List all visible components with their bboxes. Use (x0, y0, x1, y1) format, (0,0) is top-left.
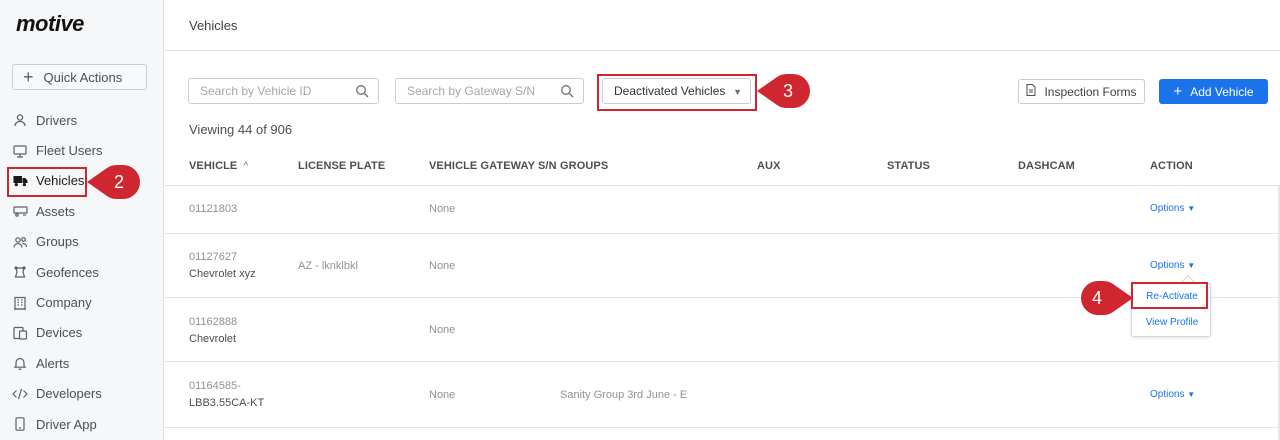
license-plate: AZ - lknklbkl (298, 260, 358, 272)
results-count: Viewing 44 of 906 (189, 122, 293, 137)
vehicle-id[interactable]: 01121803 (189, 203, 237, 215)
sidebar-item-label: Assets (36, 203, 76, 219)
table-row[interactable]: 01164585- LBB3.55CA-KT None Sanity Group… (165, 362, 1279, 428)
column-header-aux: AUX (757, 160, 781, 172)
search-icon[interactable] (560, 84, 574, 101)
sidebar-item-label: Fleet Users (36, 143, 103, 159)
building-icon (12, 295, 28, 311)
search-icon[interactable] (355, 84, 369, 101)
plus-icon: + (23, 67, 34, 87)
quick-actions-button[interactable]: + Quick Actions (12, 64, 147, 90)
sidebar-item-label: Devices (36, 325, 83, 341)
sort-up-icon: ^ (243, 161, 249, 172)
add-vehicle-button[interactable]: + Add Vehicle (1159, 79, 1268, 104)
gateway-sn: None (429, 389, 456, 401)
highlight-vehicles (7, 167, 87, 197)
sidebar-item-developers[interactable]: Developers (0, 379, 163, 409)
options-dropdown[interactable]: Options ▼ (1150, 260, 1195, 271)
sidebar-item-assets[interactable]: Assets (0, 196, 163, 226)
vehicle-make: Chevrolet xyz (189, 268, 256, 280)
sidebar-nav: Drivers Fleet Users Vehicles Assets Grou… (0, 105, 163, 439)
bell-icon (12, 355, 28, 371)
caret-down-icon: ▼ (1187, 261, 1196, 270)
step-3-callout: 3 (757, 74, 811, 108)
highlight-filter (597, 74, 757, 111)
options-dropdown[interactable]: Options ▼ (1150, 389, 1195, 400)
sidebar-item-label: Driver App (36, 416, 97, 432)
highlight-reactivate (1131, 282, 1208, 309)
vehicle-id[interactable]: 01127627 (189, 251, 237, 263)
sidebar-item-devices[interactable]: Devices (0, 318, 163, 348)
caret-down-icon: ▼ (1187, 204, 1196, 213)
menu-item-view-profile[interactable]: View Profile (1132, 317, 1212, 328)
inspection-forms-label: Inspection Forms (1044, 84, 1137, 99)
sidebar-item-label: Geofences (36, 264, 99, 280)
sidebar-item-groups[interactable]: Groups (0, 227, 163, 257)
sidebar-item-label: Company (36, 295, 92, 311)
add-vehicle-label: Add Vehicle (1190, 84, 1254, 99)
sidebar-item-company[interactable]: Company (0, 287, 163, 317)
sidebar-item-geofences[interactable]: Geofences (0, 257, 163, 287)
sidebar-item-label: Drivers (36, 112, 78, 128)
column-header-dashcam: DASHCAM (1018, 160, 1075, 172)
sidebar-item-label: Developers (36, 386, 102, 402)
gateway-sn: None (429, 260, 456, 272)
step-2-number: 2 (114, 172, 125, 192)
search-gateway-input[interactable]: Search by Gateway S/N (395, 78, 584, 104)
step-2-callout: 2 (87, 165, 141, 199)
vehicle-group: Sanity Group 3rd June - E (560, 389, 688, 401)
search-vehicle-id-input[interactable]: Search by Vehicle ID (188, 78, 379, 104)
gateway-sn: None (429, 203, 456, 215)
vehicle-make: LBB3.55CA-KT (189, 397, 265, 409)
group-icon (12, 234, 28, 250)
gateway-sn: None (429, 324, 456, 336)
column-header-status: STATUS (887, 160, 930, 172)
vehicle-id[interactable]: 01164585- (189, 380, 241, 392)
column-header-gateway: VEHICLE GATEWAY S/N (429, 160, 557, 172)
sidebar-item-label: Alerts (36, 355, 70, 371)
search-vehicle-id-placeholder: Search by Vehicle ID (200, 84, 312, 98)
geofence-icon (12, 264, 28, 280)
vehicle-make: Chevrolet (189, 333, 237, 345)
search-gateway-placeholder: Search by Gateway S/N (407, 84, 536, 98)
column-header-groups: GROUPS (560, 160, 609, 172)
caret-down-icon: ▼ (1187, 390, 1196, 399)
sidebar-item-alerts[interactable]: Alerts (0, 348, 163, 378)
plus-icon: + (1173, 83, 1183, 100)
table-row[interactable]: 01121803 None Options ▼ (165, 186, 1279, 234)
phone-icon (12, 416, 28, 432)
sidebar-item-drivers[interactable]: Drivers (0, 105, 163, 135)
column-header-vehicle[interactable]: VEHICLE ^ (189, 160, 248, 172)
devices-icon (12, 325, 28, 341)
code-icon (12, 386, 28, 402)
monitor-icon (12, 143, 28, 159)
top-bar: Vehicles (165, 0, 1280, 51)
column-header-license-plate: LICENSE PLATE (298, 160, 386, 172)
quick-actions-label: Quick Actions (43, 69, 123, 85)
motive-logo[interactable]: motive (16, 11, 84, 37)
document-icon (1026, 84, 1036, 99)
step-4-callout: 4 (1081, 281, 1133, 315)
person-icon (12, 112, 28, 128)
vehicle-id[interactable]: 01162888 (189, 316, 237, 328)
options-dropdown[interactable]: Options ▼ (1150, 203, 1195, 214)
sidebar-item-label: Groups (36, 234, 79, 250)
sidebar-item-fleet-users[interactable]: Fleet Users (0, 135, 163, 165)
sidebar: motive + Quick Actions Drivers Fleet Use… (0, 0, 164, 440)
column-header-action: ACTION (1150, 160, 1193, 172)
page-title: Vehicles (189, 18, 238, 33)
table-header: VEHICLE ^ LICENSE PLATE VEHICLE GATEWAY … (165, 150, 1280, 186)
step-3-number: 3 (783, 81, 794, 101)
step-4-number: 4 (1092, 288, 1103, 308)
sidebar-item-driver-app[interactable]: Driver App (0, 409, 163, 439)
trailer-icon (12, 203, 28, 219)
inspection-forms-button[interactable]: Inspection Forms (1018, 79, 1145, 104)
